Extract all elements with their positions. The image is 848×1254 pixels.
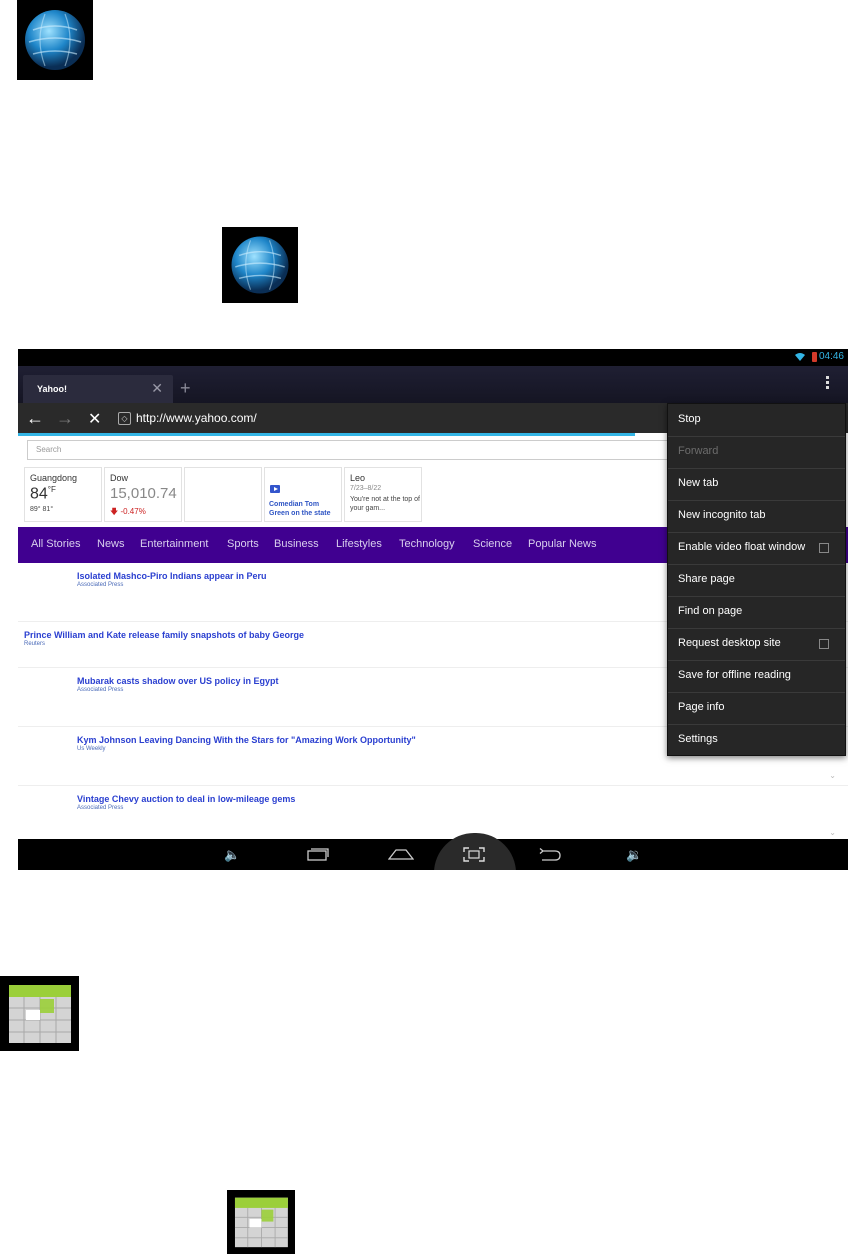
search-placeholder: Search <box>36 445 62 454</box>
dow-card[interactable]: Dow 15,010.74 🡇 -0.47% <box>104 467 182 522</box>
menu-item-page-info[interactable]: Page info <box>668 692 845 725</box>
menu-item-label: Request desktop site <box>678 637 781 649</box>
menu-item-settings[interactable]: Settings <box>668 724 845 756</box>
desktop-site-checkbox[interactable] <box>819 639 829 649</box>
back-arrow-icon[interactable]: ← <box>26 408 44 429</box>
battery-icon <box>812 352 817 362</box>
screenshot-icon[interactable] <box>463 847 485 862</box>
forward-arrow-icon[interactable]: → <box>56 408 74 429</box>
back-icon[interactable] <box>538 848 562 861</box>
weather-range: 89° 81° <box>30 506 54 513</box>
volume-down-icon[interactable]: 🔈 <box>224 847 240 863</box>
site-info-icon[interactable]: ◇ <box>118 412 131 425</box>
menu-item-new-incognito-tab[interactable]: New incognito tab <box>668 500 845 533</box>
menu-item-label: Stop <box>678 413 701 425</box>
weather-card[interactable]: Guangdong 84°F 89° 81° <box>24 467 102 522</box>
menu-item-label: Forward <box>678 445 719 457</box>
story-source: Associated Press <box>77 687 124 693</box>
dow-label: Dow <box>110 473 129 483</box>
story-headline[interactable]: Prince William and Kate release family s… <box>24 630 304 640</box>
menu-item-label: New incognito tab <box>678 509 766 521</box>
page-load-progress <box>18 433 635 436</box>
category-technology[interactable]: Technology <box>399 538 455 550</box>
close-tab-icon[interactable]: ✕ <box>151 380 163 397</box>
category-sports[interactable]: Sports <box>227 538 259 550</box>
menu-item-enable-video-float-window[interactable]: Enable video float window <box>668 532 845 565</box>
system-nav-bar: 🔈 🔉 <box>18 833 848 870</box>
category-entertainment[interactable]: Entertainment <box>140 538 208 550</box>
home-icon[interactable] <box>388 848 414 860</box>
globe-icon <box>17 0 93 80</box>
play-icon <box>270 485 280 493</box>
tab-strip: Yahoo! ✕ + <box>18 366 848 403</box>
stop-loading-icon[interactable]: ✕ <box>88 409 101 429</box>
recent-apps-icon[interactable] <box>307 848 329 861</box>
weather-temp: 84°F <box>30 485 56 503</box>
category-lifestyles[interactable]: Lifestyles <box>336 538 382 550</box>
dow-value: 15,010.74 <box>110 485 177 502</box>
category-popular-news[interactable]: Popular News <box>528 538 596 550</box>
story-source: Associated Press <box>77 582 124 588</box>
empty-card[interactable] <box>184 467 262 522</box>
list-item[interactable]: Vintage Chevy auction to deal in low-mil… <box>18 786 848 839</box>
status-bar: 04:46 <box>18 349 848 366</box>
horoscope-text: You're not at the top of your gam... <box>350 496 420 512</box>
menu-item-label: New tab <box>678 477 719 489</box>
category-news[interactable]: News <box>97 538 125 550</box>
menu-item-label: Page info <box>678 701 725 713</box>
video-float-checkbox[interactable] <box>819 543 829 553</box>
category-science[interactable]: Science <box>473 538 512 550</box>
menu-item-new-tab[interactable]: New tab <box>668 468 845 501</box>
video-card[interactable]: Comedian Tom Green on the state <box>264 467 342 522</box>
category-business[interactable]: Business <box>274 538 319 550</box>
video-title: Comedian Tom Green on the state <box>269 501 331 517</box>
calendar-icon <box>0 976 79 1051</box>
story-source: Reuters <box>24 641 46 647</box>
horoscope-sign: Leo <box>350 473 366 483</box>
horoscope-dates: 7/23–8/22 <box>350 485 382 492</box>
menu-item-find-on-page[interactable]: Find on page <box>668 596 845 629</box>
menu-item-label: Save for offline reading <box>678 669 791 681</box>
horoscope-card[interactable]: Leo 7/23–8/22 You're not at the top of y… <box>344 467 422 522</box>
chevron-down-icon[interactable]: ⌄ <box>829 828 836 837</box>
menu-item-request-desktop-site[interactable]: Request desktop site <box>668 628 845 661</box>
menu-item-label: Enable video float window <box>678 541 806 553</box>
menu-item-save-offline[interactable]: Save for offline reading <box>668 660 845 693</box>
volume-up-icon[interactable]: 🔉 <box>626 847 642 863</box>
dow-change: 🡇 -0.47% <box>110 507 146 516</box>
story-headline[interactable]: Isolated Mashco-Piro Indians appear in P… <box>77 571 267 581</box>
tab-yahoo[interactable]: Yahoo! ✕ <box>23 375 173 403</box>
menu-item-stop[interactable]: Stop <box>668 404 845 437</box>
story-source: Associated Press <box>77 805 124 811</box>
status-time: 04:46 <box>818 351 844 362</box>
new-tab-icon[interactable]: + <box>180 378 191 399</box>
url-input[interactable]: http://www.yahoo.com/ <box>136 411 257 425</box>
overflow-menu-icon[interactable] <box>826 376 830 391</box>
story-headline[interactable]: Mubarak casts shadow over US policy in E… <box>77 676 279 686</box>
menu-item-label: Share page <box>678 573 735 585</box>
globe-icon <box>222 227 298 303</box>
menu-item-label: Settings <box>678 733 718 745</box>
category-all-stories[interactable]: All Stories <box>31 538 81 550</box>
search-input[interactable]: Search <box>27 440 669 460</box>
story-headline[interactable]: Kym Johnson Leaving Dancing With the Sta… <box>77 735 416 745</box>
chevron-down-icon[interactable]: ⌄ <box>829 771 836 780</box>
menu-item-label: Find on page <box>678 605 743 617</box>
calendar-icon <box>227 1190 295 1254</box>
menu-item-share-page[interactable]: Share page <box>668 564 845 597</box>
weather-city: Guangdong <box>30 473 78 483</box>
story-source: Us Weekly <box>77 746 106 752</box>
story-headline[interactable]: Vintage Chevy auction to deal in low-mil… <box>77 794 295 804</box>
overflow-menu: Stop Forward New tab New incognito tab E… <box>667 403 846 756</box>
wifi-icon <box>795 353 805 361</box>
tab-title: Yahoo! <box>37 384 68 394</box>
menu-item-forward: Forward <box>668 436 845 469</box>
